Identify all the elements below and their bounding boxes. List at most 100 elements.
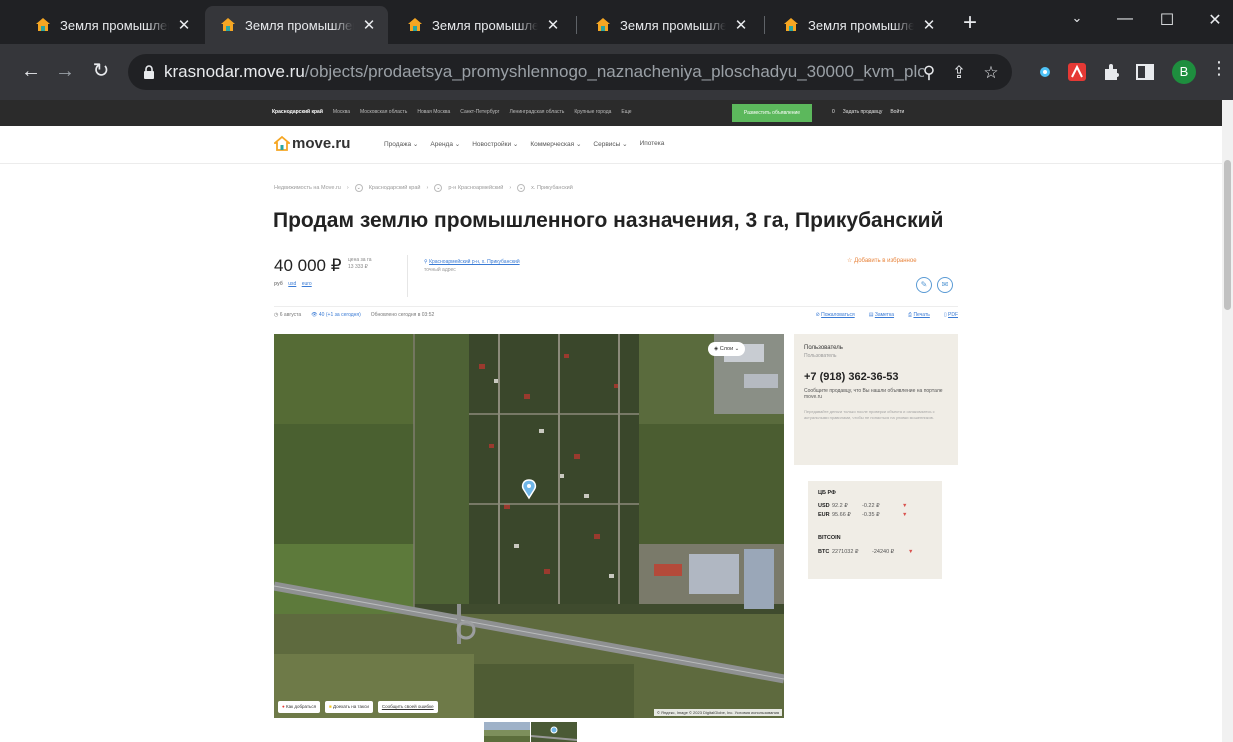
site-logo[interactable]: move.ru [274,135,350,152]
pdf-extension-icon[interactable] [1066,61,1088,83]
rate-change: -24240 ₽ [872,549,895,555]
city-link[interactable]: Московская область [360,109,407,115]
note-link[interactable]: ▤ Заметка [869,312,894,318]
tab-search-chevron-icon[interactable]: ⌄ [1062,10,1092,26]
safety-notice: Передавайте деньги только после проверки… [804,409,935,420]
share-icon[interactable]: ⇪ [948,62,970,84]
post-ad-button[interactable]: Разместить объявление [732,104,812,122]
region-selector[interactable]: Краснодарский край [272,109,323,115]
seller-role: Пользователь Пользователь [804,344,843,360]
extensions-puzzle-icon[interactable] [1100,61,1122,83]
side-panel-icon[interactable] [1134,61,1156,83]
chevron-down-icon[interactable]: ⌄ [517,184,526,192]
city-link[interactable]: Новая Москва [417,109,450,115]
city-link[interactable]: Крупные города [574,109,611,115]
menu-item-sale[interactable]: Продажа ⌄ [384,140,418,148]
chevron-down-icon[interactable]: ⌄ [434,184,443,192]
browser-tab[interactable]: Земля промышленного назначения, 3 га, Пр… [768,6,948,44]
trend-down-icon: ▼ [902,512,908,518]
logo-text: move.ru [292,135,351,152]
breadcrumb-item[interactable]: х. Прикубанский [531,185,573,191]
breadcrumb-item[interactable]: р-н Красноармейский [448,185,503,191]
tab-title: Земля промышленного назначения, 3 га, Пр… [245,17,354,33]
price-per-hectare-label: цена за га [348,257,372,263]
minimize-icon[interactable]: — [1110,10,1140,28]
route-button[interactable]: ● Как добраться [278,701,321,713]
rate-row: BTC 2271032 ₽ -24240 ₽ ▼ [818,549,913,555]
map-thumbnail[interactable] [531,722,577,742]
address-bar[interactable]: krasnodar.move.ru/objects/prodaetsya_pro… [128,54,1012,90]
updated-at: Обновлено сегодня в 03:52 [370,312,435,318]
menu-item-rent[interactable]: Аренда ⌄ [430,140,460,148]
maximize-icon[interactable]: ☐ [1152,10,1182,30]
city-link[interactable]: Ленинградская область [510,109,565,115]
chevron-down-icon[interactable]: ⌄ [354,184,363,192]
currency-option-usd[interactable]: usd [288,281,296,287]
favorites-count[interactable]: 0 [832,109,835,115]
document-icon: ▯ [943,312,947,318]
breadcrumb-item[interactable]: Недвижимость на Move.ru [274,185,341,191]
satellite-map[interactable]: ◈ Слои ⌄ ● Как добраться ■ Доехать на та… [274,334,784,718]
close-tab-icon[interactable]: ✕ [360,16,378,34]
city-link[interactable]: Еще [621,109,631,115]
browser-tab-active[interactable]: Земля промышленного назначения, 3 га, Пр… [205,6,388,44]
share-vk-icon[interactable]: ✉ [937,277,953,293]
browser-tab[interactable]: Земля промышленного назначения, 3 га, Пр… [580,6,760,44]
extension-drop-icon[interactable] [1034,61,1056,83]
report-link[interactable]: ⊘ Пожаловаться [816,312,855,318]
main-menu: Продажа ⌄ Аренда ⌄ Новостройки ⌄ Коммерч… [384,140,664,148]
page-scrollbar[interactable] [1222,100,1233,742]
add-to-favorites[interactable]: ☆ Добавить в избранное [847,257,917,264]
scrollbar-thumb[interactable] [1224,160,1231,310]
close-tab-icon[interactable]: ✕ [175,16,193,34]
close-tab-icon[interactable]: ✕ [544,16,562,34]
price-per-hectare: цена за га 13 333 ₽ [348,257,371,271]
warning-icon: ⊘ [815,312,820,318]
menu-item-commercial[interactable]: Коммерческая ⌄ [530,140,581,148]
taxi-button[interactable]: ■ Доехать на такси [325,701,373,713]
zoom-search-icon[interactable]: ⚲ [918,62,940,84]
city-link[interactable]: Санкт-Петербург [460,109,499,115]
city-link[interactable]: Москва [333,109,350,115]
menu-item-mortgage[interactable]: Ипотека [640,140,665,148]
back-icon[interactable]: ← [16,56,46,86]
seller-note: Сообщите продавцу, что Вы нашли объявлен… [804,388,943,400]
photo-thumbnail[interactable] [484,722,530,742]
ask-seller-link[interactable]: Задать продавцу [843,109,883,115]
seller-phone[interactable]: +7 (918) 362-36-53 [804,371,898,383]
breadcrumb-item[interactable]: Краснодарский край [369,185,421,191]
profile-avatar[interactable]: B [1172,60,1196,84]
menu-item-new-buildings[interactable]: Новостройки ⌄ [472,140,518,148]
listing-actions: ⊘ Пожаловаться ▤ Заметка ⎙ Печать ▯ PDF [816,312,958,318]
pdf-link[interactable]: ▯ PDF [944,312,958,318]
address-link[interactable]: Красноармейский р-н, х. Прикубанский [429,259,520,265]
new-tab-icon[interactable]: + [958,11,982,36]
map-layers-button[interactable]: ◈ Слои ⌄ [708,342,746,356]
listing-address: ⚲ Красноармейский р-н, х. Прикубанский т… [424,258,520,274]
forward-icon[interactable]: → [50,56,80,86]
rate-change: -0.35 ₽ [862,512,880,518]
report-map-error-link[interactable]: Сообщить своей ошибке [377,701,438,713]
move-favicon-icon [36,18,50,31]
move-favicon-icon [784,18,798,31]
close-tab-icon[interactable]: ✕ [920,16,938,34]
browser-tab[interactable]: Земля промышленного назначения, 3 га, Пр… [392,6,572,44]
login-link[interactable]: Войти [890,109,904,115]
close-tab-icon[interactable]: ✕ [732,16,750,34]
currency-option-euro[interactable]: euro [302,281,312,287]
bookmark-star-icon[interactable]: ☆ [980,62,1002,84]
close-window-icon[interactable]: ✕ [1200,10,1230,30]
map-copyright[interactable]: © Яндекс, Image © 2023 DigitalGlobe, Inc… [654,709,782,716]
map-layers-label: Слои ⌄ [719,346,740,352]
rate-code: USD [818,503,830,509]
browser-menu-icon[interactable]: ⋮ [1210,58,1228,79]
breadcrumb: Недвижимость на Move.ru › ⌄ Краснодарски… [274,184,573,192]
menu-item-services[interactable]: Сервисы ⌄ [593,140,627,148]
trend-down-icon: ▼ [902,503,908,509]
pdf-label: PDF [948,312,958,318]
clock-icon: ◷ [274,312,279,318]
print-link[interactable]: ⎙ Печать [908,312,930,318]
reload-icon[interactable]: ↻ [86,56,116,86]
edit-icon[interactable]: ✎ [916,277,932,293]
browser-tab[interactable]: Земля промышленного назначения, 3 га, Пр… [20,6,203,44]
